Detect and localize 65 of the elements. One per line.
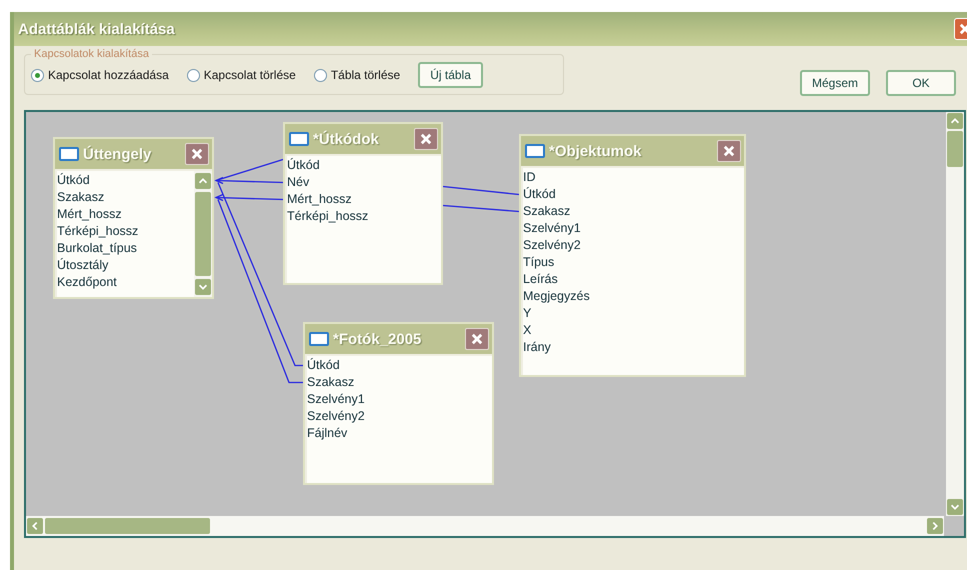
- scroll-down-button[interactable]: [195, 279, 211, 295]
- scrollbar-thumb[interactable]: [45, 518, 210, 534]
- scrollbar-thumb[interactable]: [195, 192, 211, 276]
- field-item[interactable]: Szakasz: [57, 189, 194, 206]
- scrollbar-thumb[interactable]: [947, 131, 963, 167]
- field-item[interactable]: Útkód: [287, 157, 441, 174]
- field-item[interactable]: Mért_hossz: [57, 206, 194, 223]
- scroll-up-button[interactable]: [195, 173, 211, 189]
- scroll-up-button[interactable]: [947, 113, 963, 129]
- scroll-right-button[interactable]: [927, 518, 943, 534]
- field-item[interactable]: Irány: [523, 339, 744, 356]
- field-item[interactable]: Útkód: [523, 186, 744, 203]
- window-icon: [525, 144, 545, 158]
- field-item[interactable]: Név: [287, 174, 441, 191]
- window-icon: [309, 332, 329, 346]
- close-button[interactable]: [465, 328, 489, 350]
- field-item[interactable]: Megjegyzés: [523, 288, 744, 305]
- field-item[interactable]: Útkód: [57, 172, 194, 189]
- close-button[interactable]: [717, 140, 741, 162]
- table-window[interactable]: *Objektumok ID Útkód Szakasz Szelvény1 Szelvény2 Típus Leírás Megjegyzés Y X Irány: [519, 134, 746, 377]
- field-item[interactable]: Szelvény1: [307, 391, 492, 408]
- field-item[interactable]: Kezdőpont: [57, 274, 194, 291]
- window-icon: [59, 147, 79, 161]
- scroll-down-button[interactable]: [947, 499, 963, 515]
- new-table-button[interactable]: Új tábla: [418, 62, 483, 88]
- field-item[interactable]: Útosztály: [57, 257, 194, 274]
- field-item[interactable]: Szelvény2: [307, 408, 492, 425]
- radio-option[interactable]: Kapcsolat hozzáadása: [31, 68, 169, 82]
- table-window[interactable]: *Fotók_2005 Útkód Szakasz Szelvény1 Szelvény2 Fájlnév: [303, 322, 494, 485]
- table-window[interactable]: Úttengely Útkód Szakasz Mért_hossz Térképi_hossz Burkolat_típus Útosztály Kezdőpont: [53, 137, 214, 299]
- field-item[interactable]: X: [523, 322, 744, 339]
- field-item[interactable]: Szelvény2: [523, 237, 744, 254]
- close-button[interactable]: [414, 128, 438, 150]
- field-item[interactable]: Y: [523, 305, 744, 322]
- field-item[interactable]: ID: [523, 169, 744, 186]
- field-item[interactable]: Típus: [523, 254, 744, 271]
- radio-option[interactable]: Tábla törlése: [314, 68, 400, 82]
- field-item[interactable]: Útkód: [307, 357, 492, 374]
- table-title: *Fotók_2005: [333, 330, 422, 348]
- group-title: Kapcsolatok kialakítása: [31, 48, 152, 60]
- ok-button[interactable]: OK: [886, 70, 956, 96]
- field-item[interactable]: Leírás: [523, 271, 744, 288]
- field-item[interactable]: Mért_hossz: [287, 191, 441, 208]
- radio-option[interactable]: Kapcsolat törlése: [186, 68, 296, 82]
- close-icon: [190, 147, 204, 161]
- close-icon: [470, 332, 484, 346]
- field-item[interactable]: Fájlnév: [307, 425, 492, 442]
- scroll-left-button[interactable]: [27, 518, 43, 534]
- table-title: Úttengely: [83, 146, 152, 162]
- cancel-button[interactable]: Mégsem: [800, 70, 870, 96]
- close-icon: [419, 132, 433, 146]
- close-icon: [722, 144, 736, 158]
- window-title: Adattáblák kialakítása: [18, 20, 175, 38]
- table-title: *Objektumok: [549, 142, 643, 160]
- field-item[interactable]: Burkolat_típus: [57, 240, 194, 257]
- close-button[interactable]: [185, 143, 209, 165]
- field-item[interactable]: Térképi_hossz: [287, 208, 441, 225]
- field-item[interactable]: Szelvény1: [523, 220, 744, 237]
- table-title: *Útkódok: [313, 130, 380, 148]
- field-item[interactable]: Térképi_hossz: [57, 223, 194, 240]
- field-item[interactable]: Szakasz: [307, 374, 492, 391]
- scrollbar[interactable]: [194, 171, 212, 297]
- table-window[interactable]: *Útkódok Útkód Név Mért_hossz Térképi_hossz: [283, 122, 443, 285]
- field-item[interactable]: Szakasz: [523, 203, 744, 220]
- window-icon: [289, 132, 309, 146]
